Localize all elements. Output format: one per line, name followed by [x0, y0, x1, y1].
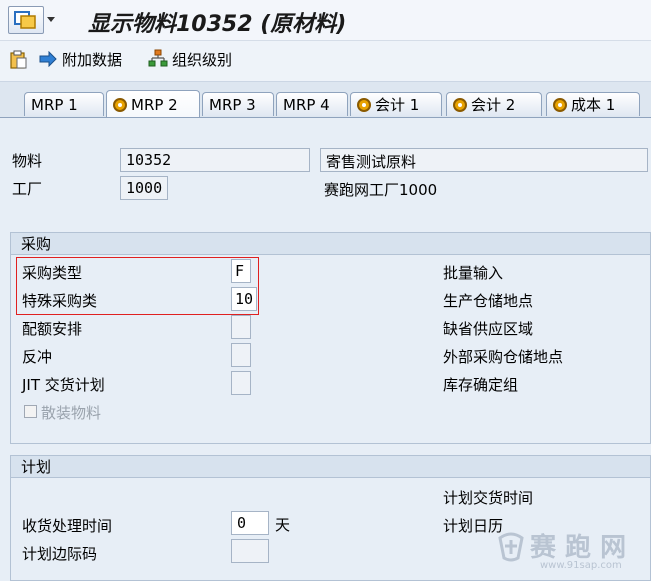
quota-arrangement-label: 配额安排 [22, 320, 83, 338]
plant-description: 赛跑网工厂1000 [324, 181, 438, 199]
plant-field[interactable]: 1000 [120, 176, 168, 200]
gear-icon [357, 97, 371, 112]
chevron-down-icon[interactable] [44, 6, 58, 32]
gr-processing-time-label: 收货处理时间 [22, 517, 113, 535]
procurement-group-title: 采购 [11, 233, 650, 255]
stock-determination-group-label: 库存确定组 [443, 376, 519, 394]
gear-icon [113, 97, 127, 112]
tab-label: 会计 2 [471, 96, 516, 114]
system-menu-icon[interactable] [8, 6, 44, 34]
bulk-material-label: 散装物料 [41, 404, 102, 422]
production-storage-location-label: 生产仓储地点 [443, 292, 534, 310]
sm-key-label: 计划边际码 [22, 545, 98, 563]
tab-mrp2[interactable]: MRP 2 [106, 90, 200, 118]
org-levels-label: 组织级别 [172, 50, 233, 69]
procurement-type-label: 采购类型 [22, 264, 83, 282]
gear-icon [453, 97, 467, 112]
batch-entry-label: 批量输入 [443, 264, 504, 282]
material-label: 物料 [12, 152, 43, 170]
clipboard-icon[interactable] [8, 47, 28, 71]
backflush-field[interactable] [231, 343, 251, 367]
tab-mrp3[interactable]: MRP 3 [202, 92, 274, 116]
tab-label: MRP 3 [209, 95, 256, 114]
tab-costing1[interactable]: 成本 1 [546, 92, 640, 116]
special-procurement-field[interactable]: 10 [231, 287, 257, 311]
arrow-right-icon [39, 51, 57, 67]
bulk-material-checkbox[interactable] [24, 405, 37, 418]
tab-label: MRP 4 [283, 95, 330, 114]
org-hierarchy-icon [148, 49, 168, 67]
watermark-logo-icon [496, 528, 526, 562]
backflush-label: 反冲 [22, 348, 53, 366]
tab-accounting1[interactable]: 会计 1 [350, 92, 442, 116]
quota-arrangement-field[interactable] [231, 315, 251, 339]
procurement-type-field[interactable]: F [231, 259, 251, 283]
gr-processing-time-field[interactable]: 0 [231, 511, 269, 535]
tab-label: 成本 1 [571, 96, 616, 114]
jit-schedule-field[interactable] [231, 371, 251, 395]
default-supply-area-label: 缺省供应区域 [443, 320, 534, 338]
planning-calendar-label: 计划日历 [443, 517, 504, 535]
planned-delivery-time-label: 计划交货时间 [443, 489, 534, 507]
tab-label: MRP 1 [31, 95, 78, 114]
tab-label: MRP 2 [131, 95, 178, 114]
additional-data-button[interactable]: 附加数据 [38, 47, 122, 71]
external-storage-location-label: 外部采购仓储地点 [443, 348, 564, 366]
additional-data-label: 附加数据 [62, 50, 123, 69]
sm-key-field[interactable] [231, 539, 269, 563]
planning-group-title: 计划 [11, 456, 650, 478]
special-procurement-label: 特殊采购类 [22, 292, 98, 310]
tab-mrp4[interactable]: MRP 4 [276, 92, 348, 116]
gear-icon [553, 97, 567, 112]
tab-mrp1[interactable]: MRP 1 [24, 92, 104, 116]
days-unit-label: 天 [275, 516, 291, 534]
tab-accounting2[interactable]: 会计 2 [446, 92, 542, 116]
page-title: 显示物料10352 (原材料) [88, 12, 347, 37]
watermark-text: 赛 跑 网 [530, 533, 627, 563]
watermark-url: www.91sap.com [540, 560, 622, 571]
tab-label: 会计 1 [375, 96, 420, 114]
material-description-field[interactable]: 寄售测试原料 [320, 148, 648, 172]
jit-schedule-label: JIT 交货计划 [22, 376, 105, 394]
material-field[interactable]: 10352 [120, 148, 310, 172]
org-levels-button[interactable]: 组织级别 [148, 47, 232, 71]
plant-label: 工厂 [12, 180, 43, 198]
